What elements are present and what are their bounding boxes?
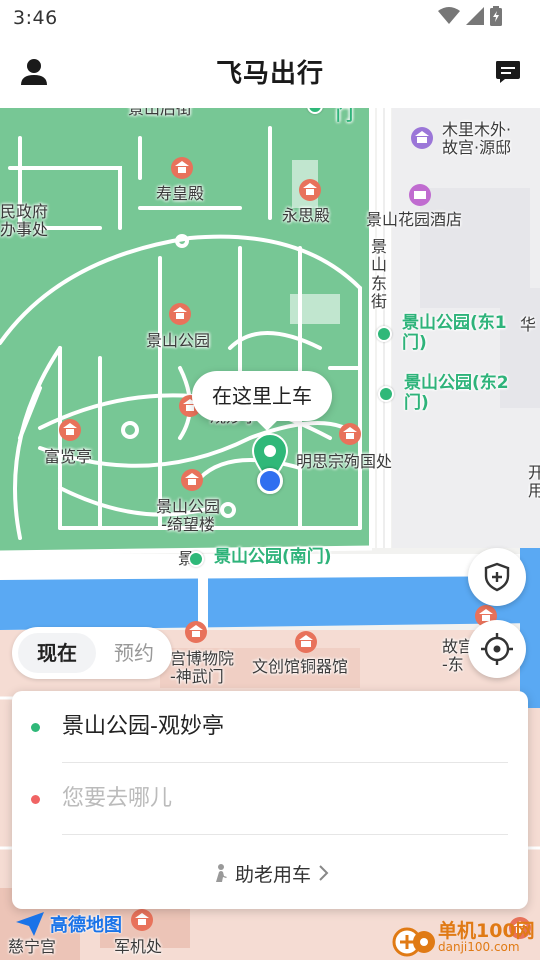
scenic-icon bbox=[185, 621, 207, 643]
map-label-fulan: 富览亭 bbox=[44, 447, 93, 466]
station-dot[interactable] bbox=[376, 326, 392, 342]
elder-service-label: 助老用车 bbox=[234, 863, 311, 886]
pickup-bubble[interactable]: 在这里上车 bbox=[192, 371, 332, 421]
map-label-kai: 开 用 bbox=[528, 463, 540, 501]
scenic-icon bbox=[171, 157, 193, 179]
wifi-icon bbox=[438, 7, 460, 24]
amap-logo-text: 高德地图 bbox=[50, 915, 122, 936]
status-icons bbox=[438, 6, 502, 26]
destination-input[interactable]: 您要去哪儿 bbox=[62, 781, 172, 817]
map-label-cining: 慈宁宫 bbox=[8, 937, 57, 956]
title-bar: 飞马出行 bbox=[0, 36, 540, 108]
station-dot[interactable] bbox=[378, 386, 394, 402]
locate-button[interactable] bbox=[468, 620, 526, 678]
trip-card: 景山公园-观妙亭 您要去哪儿 助老用车 bbox=[12, 691, 528, 909]
watermark-site: 单机100网 bbox=[438, 920, 535, 942]
elder-person-icon bbox=[215, 864, 227, 882]
battery-icon bbox=[490, 6, 502, 26]
destination-row[interactable]: 您要去哪儿 bbox=[12, 763, 528, 835]
page-title: 飞马出行 bbox=[215, 59, 324, 89]
message-icon bbox=[496, 61, 520, 83]
map-label-hotel: 景山花园酒店 bbox=[366, 210, 463, 229]
map-label-mingsi: 明思宗殉国处 bbox=[296, 452, 393, 471]
map-label-shenwu: 宫博物院 -神武门 bbox=[170, 649, 235, 687]
map-label-shouhuang: 寿皇殿 bbox=[156, 184, 205, 203]
map-label-yongsi: 永思殿 bbox=[282, 206, 331, 225]
shield-plus-icon bbox=[484, 562, 510, 592]
scenic-icon bbox=[339, 423, 361, 445]
site-watermark: 单机100网 danji100.com bbox=[392, 916, 540, 960]
origin-text[interactable]: 景山公园-观妙亭 bbox=[62, 709, 224, 745]
time-tabs: 现在 预约 bbox=[12, 627, 172, 679]
map-label-mulimu: 木里木外· 故宫·源邸 bbox=[442, 120, 512, 158]
map-label-junji: 军机处 bbox=[114, 937, 163, 956]
map-label-south-gate[interactable]: 景山公园(南门) bbox=[214, 547, 332, 568]
status-bar: 3:46 bbox=[0, 0, 540, 36]
map-label-east2-gate[interactable]: 景山公园(东2 门) bbox=[404, 373, 509, 413]
tab-now[interactable]: 现在 bbox=[18, 633, 96, 673]
watermark-logo-icon bbox=[392, 927, 435, 957]
map-label-park-north-gate: 门 bbox=[336, 108, 353, 125]
origin-dot bbox=[31, 723, 40, 732]
map-label-wenchuang: 文创馆铜器馆 bbox=[252, 657, 349, 676]
amap-logo-icon bbox=[16, 912, 44, 936]
scenic-icon bbox=[131, 909, 153, 931]
map-label-park-name: 景山公园 bbox=[146, 331, 211, 350]
map-label-qiwang: 景山公园 -绮望楼 bbox=[156, 497, 221, 535]
map-label-office: 民政府 办事处 bbox=[0, 202, 49, 240]
chevron-right-icon bbox=[319, 865, 329, 881]
museum-icon bbox=[411, 127, 433, 149]
message-button[interactable] bbox=[494, 58, 522, 86]
signal-icon bbox=[466, 7, 484, 25]
scenic-icon bbox=[299, 179, 321, 201]
amap-logo: 高德地图 bbox=[14, 910, 122, 938]
origin-row[interactable]: 景山公园-观妙亭 bbox=[12, 691, 528, 763]
hotel-icon bbox=[409, 184, 431, 206]
destination-dot bbox=[31, 795, 40, 804]
elder-service-button[interactable]: 助老用车 bbox=[12, 843, 528, 903]
scenic-icon bbox=[181, 469, 203, 491]
tab-reserve[interactable]: 预约 bbox=[102, 633, 166, 673]
scenic-icon bbox=[169, 303, 191, 325]
scenic-icon bbox=[59, 419, 81, 441]
map-label-east1-gate[interactable]: 景山公园(东1 门) bbox=[402, 313, 507, 353]
divider bbox=[62, 834, 508, 835]
safety-button[interactable] bbox=[468, 548, 526, 606]
crosshair-icon bbox=[481, 633, 513, 665]
map-label-jingshan-houjie: 景山后街 bbox=[128, 108, 193, 118]
current-location-dot bbox=[257, 468, 283, 494]
map-label-jingshan-dongjie: 景 山 东 街 bbox=[371, 237, 388, 312]
map-view[interactable]: 景山后街 门 木里木外· 故宫·源邸 景山花园酒店 民政府 办事处 寿皇殿 永思… bbox=[0, 108, 540, 960]
watermark-domain: danji100.com bbox=[438, 940, 520, 954]
station-dot[interactable] bbox=[188, 551, 204, 567]
map-label-hua: 华 bbox=[520, 315, 537, 334]
museum-icon bbox=[295, 631, 317, 653]
status-time: 3:46 bbox=[13, 7, 58, 29]
